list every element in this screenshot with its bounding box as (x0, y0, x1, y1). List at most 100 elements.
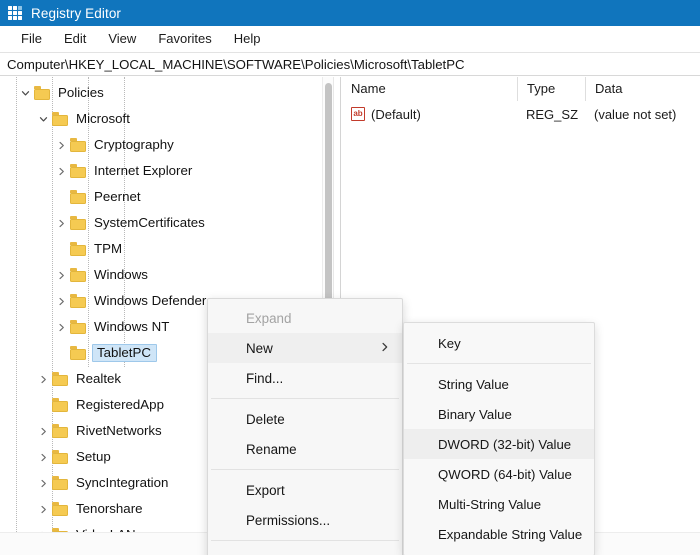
context-menu-item-label: Rename (246, 442, 297, 457)
folder-icon (70, 242, 87, 256)
chevron-right-icon[interactable] (53, 262, 70, 288)
tree-item-label: Cryptography (94, 138, 174, 151)
folder-icon (70, 268, 87, 282)
submenu-item-string-value[interactable]: String Value (404, 369, 594, 399)
submenu-item-expandable-string-value[interactable]: Expandable String Value (404, 519, 594, 549)
new-submenu[interactable]: Key String Value Binary Value DWORD (32-bit… (403, 322, 595, 555)
folder-icon (52, 450, 69, 464)
submenu-item-label: Key (438, 336, 461, 351)
registry-path-text: Computer\HKEY_LOCAL_MACHINE\SOFTWARE\Pol… (7, 57, 465, 72)
context-menu-item-rename[interactable]: Rename (208, 434, 402, 464)
chevron-right-icon[interactable] (35, 418, 52, 444)
submenu-item-key[interactable]: Key (404, 328, 594, 358)
submenu-item-multi-string-value[interactable]: Multi-String Value (404, 489, 594, 519)
value-list-header: Name Type Data (342, 77, 700, 101)
chevron-right-icon[interactable] (53, 314, 70, 340)
tree-item-systemcertificates[interactable]: SystemCertificates (0, 210, 333, 236)
chevron-right-icon[interactable] (53, 210, 70, 236)
folder-icon (52, 502, 69, 516)
context-menu-item-copy-key-name[interactable]: Copy Key Name (208, 546, 402, 555)
folder-icon (70, 190, 87, 204)
folder-icon (70, 138, 87, 152)
tree-item-label: Internet Explorer (94, 164, 192, 177)
submenu-item-label: Expandable String Value (438, 527, 582, 542)
registry-editor-window: Registry Editor File Edit View Favorites… (0, 0, 700, 555)
tree-leaf-spacer (53, 236, 70, 262)
tree-item-cryptography[interactable]: Cryptography (0, 132, 333, 158)
menu-help[interactable]: Help (223, 29, 272, 48)
table-row[interactable]: ab (Default) REG_SZ (value not set) (342, 102, 700, 126)
tree-item-peernet[interactable]: Peernet (0, 184, 333, 210)
folder-icon (70, 164, 87, 178)
chevron-right-icon[interactable] (35, 470, 52, 496)
column-header-data[interactable]: Data (585, 77, 700, 101)
tree-item-label: SystemCertificates (94, 216, 205, 229)
context-menu-item-label: Find... (246, 371, 283, 386)
submenu-item-label: Binary Value (438, 407, 512, 422)
menu-bar: File Edit View Favorites Help (0, 26, 700, 51)
tree-leaf-spacer (53, 184, 70, 210)
context-menu-item-export[interactable]: Export (208, 475, 402, 505)
folder-icon (52, 476, 69, 490)
tree-item-label: Microsoft (76, 112, 130, 125)
tree-item-label: Setup (76, 450, 111, 463)
folder-icon (52, 112, 69, 126)
chevron-right-icon (380, 341, 389, 356)
tree-item-label: Tenorshare (76, 502, 143, 515)
title-bar: Registry Editor (0, 0, 700, 26)
address-bar[interactable]: Computer\HKEY_LOCAL_MACHINE\SOFTWARE\Pol… (0, 52, 700, 76)
menu-file[interactable]: File (10, 29, 53, 48)
chevron-right-icon[interactable] (53, 158, 70, 184)
submenu-item-label: Multi-String Value (438, 497, 541, 512)
menu-favorites[interactable]: Favorites (147, 29, 222, 48)
folder-icon (70, 346, 87, 360)
folder-icon (70, 320, 87, 334)
context-menu-item-permissions[interactable]: Permissions... (208, 505, 402, 535)
string-value-icon: ab (351, 107, 365, 121)
tree-item-microsoft[interactable]: Microsoft (0, 106, 333, 132)
folder-icon (52, 424, 69, 438)
tree-item-label: Realtek (76, 372, 121, 385)
tree-item-label: RivetNetworks (76, 424, 162, 437)
context-menu-separator (211, 398, 399, 399)
menu-view[interactable]: View (97, 29, 147, 48)
folder-icon (70, 294, 87, 308)
chevron-down-icon[interactable] (35, 106, 52, 132)
tree-item-tpm[interactable]: TPM (0, 236, 333, 262)
context-menu-item-delete[interactable]: Delete (208, 404, 402, 434)
chevron-right-icon[interactable] (35, 444, 52, 470)
chevron-down-icon[interactable] (17, 80, 34, 106)
context-menu-separator (211, 540, 399, 541)
tree-item-label: Windows NT (94, 320, 169, 333)
context-menu-item-label: Expand (246, 311, 291, 326)
value-name-cell: ab (Default) (342, 102, 517, 126)
submenu-item-qword-64-bit-value[interactable]: QWORD (64-bit) Value (404, 459, 594, 489)
chevron-right-icon[interactable] (35, 522, 52, 532)
submenu-item-dword-32-bit-value[interactable]: DWORD (32-bit) Value (404, 429, 594, 459)
column-header-name[interactable]: Name (342, 77, 517, 101)
submenu-item-binary-value[interactable]: Binary Value (404, 399, 594, 429)
submenu-separator (407, 363, 591, 364)
tree-item-label: TabletPC (92, 344, 157, 362)
context-menu-item-new[interactable]: New (208, 333, 402, 363)
value-name-text: (Default) (371, 107, 421, 122)
tree-item-label: Windows Defender (94, 294, 206, 307)
tree-item-windows[interactable]: Windows (0, 262, 333, 288)
tree-leaf-spacer (53, 340, 70, 366)
context-menu-item-label: Permissions... (246, 513, 330, 528)
column-header-type[interactable]: Type (517, 77, 585, 101)
tree-item-label: Peernet (94, 190, 141, 203)
context-menu[interactable]: Expand New Find... Delete Rename Export Permis… (207, 298, 403, 555)
chevron-right-icon[interactable] (53, 288, 70, 314)
menu-edit[interactable]: Edit (53, 29, 97, 48)
chevron-right-icon[interactable] (35, 496, 52, 522)
submenu-item-label: String Value (438, 377, 509, 392)
context-menu-separator (211, 469, 399, 470)
chevron-right-icon[interactable] (53, 132, 70, 158)
tree-item-label: TPM (94, 242, 122, 255)
context-menu-item-find[interactable]: Find... (208, 363, 402, 393)
tree-item-policies[interactable]: Policies (0, 80, 333, 106)
chevron-right-icon[interactable] (35, 366, 52, 392)
tree-item-label: SyncIntegration (76, 476, 168, 489)
tree-item-internet-explorer[interactable]: Internet Explorer (0, 158, 333, 184)
